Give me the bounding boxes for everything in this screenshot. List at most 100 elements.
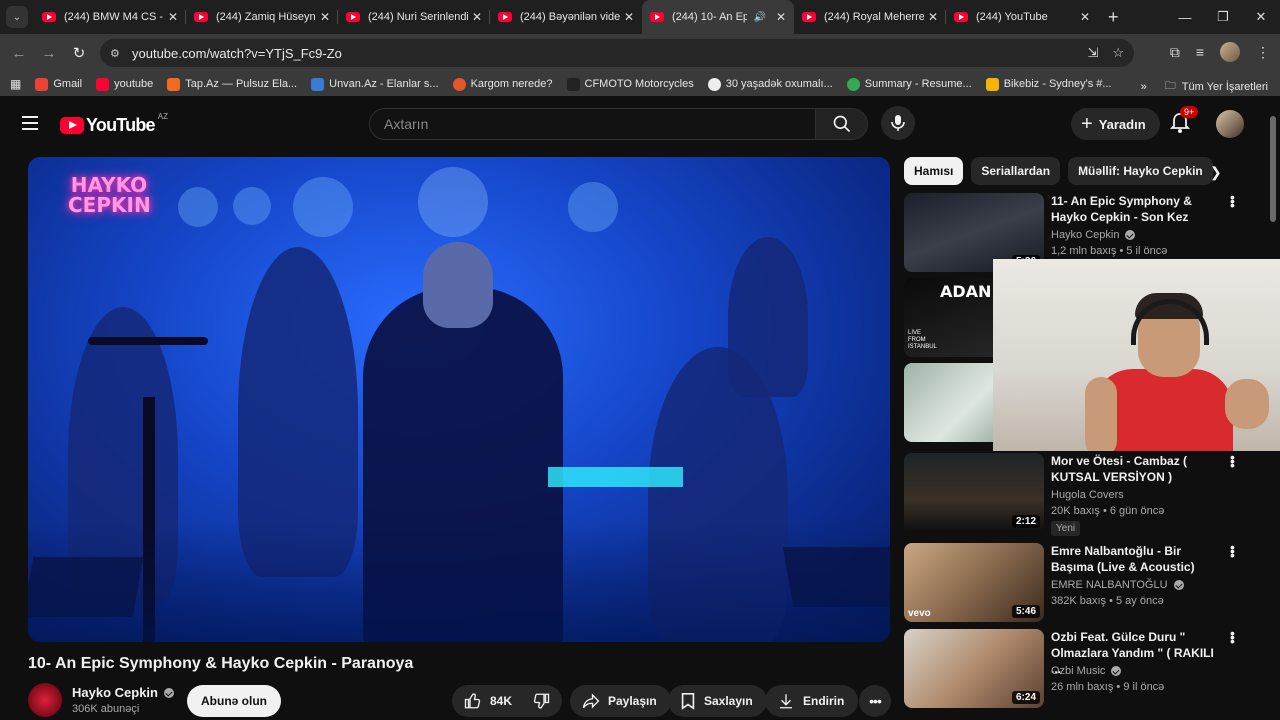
tab-title: (244) Zamiq Hüseyno [216,11,316,23]
youtube-favicon-icon [498,12,512,22]
new-tab-button[interactable]: + [1108,7,1119,28]
video-title: 10- An Epic Symphony & Hayko Cepkin - Pa… [28,655,414,672]
like-button[interactable]: 84K [452,685,522,717]
browser-menu-icon[interactable]: ⋮ [1256,44,1270,61]
extensions-icon[interactable]: ⧉ [1170,44,1180,61]
apps-grid-icon[interactable]: ▦ [10,77,21,91]
bookmark-item[interactable]: Summary - Resume... [846,77,972,91]
recommendation-channel[interactable]: Ozbi Music [1051,665,1122,677]
site-info-icon[interactable]: ⚙ [110,47,126,60]
chevron-right-icon[interactable]: ❯ [1210,164,1222,181]
recommendation-channel[interactable]: Hugola Covers [1051,489,1124,501]
browser-tab[interactable]: (244) Nuri Serinlendi ✕ [338,0,490,34]
recommendation-title[interactable]: Emre Nalbantoğlu - Bir Başıma (Live & Ac… [1051,543,1227,575]
youtube-favicon-icon [650,12,664,22]
search-button[interactable] [816,108,868,140]
reload-icon[interactable]: ↻ [64,44,94,62]
browser-tab[interactable]: (244) YouTube ✕ [946,0,1098,34]
search-input[interactable]: Axtarın [369,108,816,140]
channel-name[interactable]: Hayko Cepkin [72,685,174,700]
url-text: youtube.com/watch?v=YTjS_Fc9-Zo [132,45,342,61]
browser-tab-active[interactable]: (244) 10- An Epic 🔊 ✕ [642,0,794,34]
recommendation-meta: 1,2 mln baxış • 5 il öncə [1051,245,1168,257]
account-avatar[interactable] [1216,110,1244,138]
browser-tab[interactable]: (244) Royal Meherre ✕ [794,0,946,34]
bookmarks-bar: ▦ Gmail youtube Tap.Az — Pulsuz Ela... U… [0,72,1280,96]
dislike-button[interactable] [522,685,562,717]
share-button[interactable]: Paylaşın [570,685,671,717]
browser-tab[interactable]: (244) Zamiq Hüseyno ✕ [186,0,338,34]
tab-close-icon[interactable]: ✕ [624,10,634,24]
recommendation-title[interactable]: 11- An Epic Symphony & Hayko Cepkin - So… [1051,193,1227,225]
bookmark-item[interactable]: 30 yaşadək oxumalı... [707,77,833,91]
recommendation-item[interactable]: 2:12 Mor ve Ötesi - Cambaz ( KUTSAL VERS… [904,450,1254,539]
youtube-favicon-icon [42,12,56,22]
kebab-menu-icon[interactable]: • • • [1230,190,1236,212]
forward-arrow-icon[interactable]: → [34,45,64,62]
create-button[interactable]: + Yaradın [1071,108,1160,140]
tab-close-icon[interactable]: ✕ [1080,10,1090,24]
chip-all[interactable]: Hamısı [904,157,964,185]
browser-tab[interactable]: (244) Bəyənilən vide ✕ [490,0,642,34]
notifications-button[interactable]: 9+ [1169,106,1199,136]
verified-icon [1173,580,1184,590]
bookmark-item[interactable]: Unvan.Az - Elanlar s... [311,77,439,91]
youtube-logo[interactable]: YouTube AZ [60,112,168,136]
address-bar[interactable]: ⚙ youtube.com/watch?v=YTjS_Fc9-Zo ⇲ ☆ [100,39,1134,67]
window-close-icon[interactable]: ✕ [1242,9,1280,25]
profile-avatar[interactable] [1220,42,1240,62]
all-bookmarks-folder[interactable]: 🗀 Tüm Yer İşaretleri [1165,77,1268,96]
bookmark-item[interactable]: Kargom nerede? [452,77,553,91]
tab-title: (244) Nuri Serinlendi [368,11,468,23]
youtube-favicon-icon [802,12,816,22]
stage-floor [28,522,890,642]
restore-icon[interactable]: ❐ [1204,9,1242,25]
kebab-menu-icon[interactable]: • • • [1230,450,1236,472]
guide-menu-icon[interactable] [22,116,38,134]
recommendation-channel[interactable]: Hayko Cepkin [1051,229,1136,241]
chip-series[interactable]: Seriallardan [971,157,1061,185]
browser-tab[interactable]: (244) BMW M4 CS - I ✕ [34,0,186,34]
kebab-menu-icon[interactable]: • • • [1230,626,1236,648]
speaker-icon[interactable]: 🔊 [753,12,765,23]
recommendation-item[interactable]: vevo 5:46 Emre Nalbantoğlu - Bir Başıma … [904,540,1254,623]
filter-chips: Hamısı Seriallardan Müəllif: Hayko Cepki… [904,157,1213,185]
video-thumbnail[interactable]: 6:24 [904,629,1044,708]
plus-icon: + [1081,113,1093,135]
media-control-icon[interactable]: ≡ [1196,44,1204,60]
recommendation-channel[interactable]: EMRE NALBANTOĞLU [1051,579,1184,591]
install-app-icon[interactable]: ⇲ [1087,45,1098,61]
bikebiz-icon [985,77,999,91]
video-thumbnail[interactable]: 2:12 [904,453,1044,532]
tab-close-icon[interactable]: ✕ [928,10,938,24]
bookmark-item[interactable]: CFMOTO Motorcycles [566,77,694,91]
more-bookmarks-icon[interactable]: » [1141,81,1147,93]
save-button[interactable]: Saxlayın [668,685,767,717]
bookmark-item[interactable]: youtube [96,77,153,91]
kebab-menu-icon[interactable]: • • • [1230,540,1236,562]
minimize-icon[interactable]: — [1166,10,1204,25]
tab-close-icon[interactable]: ✕ [320,10,330,24]
tab-close-icon[interactable]: ✕ [776,10,786,24]
subscribe-button[interactable]: Abunə olun [187,685,281,717]
hayko-neon-logo: HAYKO CEPKIN [68,173,151,217]
voice-search-button[interactable] [881,106,915,140]
bookmark-item[interactable]: Bikebiz - Sydney's #... [985,77,1112,91]
tab-close-icon[interactable]: ✕ [472,10,482,24]
page-scrollbar[interactable] [1270,116,1276,222]
back-arrow-icon[interactable]: ← [4,45,34,62]
video-player[interactable]: HAYKO CEPKIN [28,157,890,642]
youtube-play-icon [60,117,84,134]
download-button[interactable]: Endirin [765,685,859,717]
recommendation-title[interactable]: Mor ve Ötesi - Cambaz ( KUTSAL VERSİYON … [1051,453,1227,485]
recommendation-item[interactable]: 6:24 Ozbi Feat. Gülce Duru " Olmazlara Y… [904,626,1254,709]
bookmark-star-icon[interactable]: ☆ [1112,45,1124,61]
more-actions-button[interactable]: ••• [859,685,891,717]
channel-avatar[interactable] [28,683,62,717]
bookmark-item[interactable]: Tap.Az — Pulsuz Ela... [167,77,297,91]
chip-author[interactable]: Müəllif: Hayko Cepkin [1068,157,1213,185]
tab-close-icon[interactable]: ✕ [168,10,178,24]
tab-search-button[interactable]: ⌄ [6,6,28,28]
video-thumbnail[interactable]: vevo 5:46 [904,543,1044,622]
bookmark-item[interactable]: Gmail [35,77,82,91]
